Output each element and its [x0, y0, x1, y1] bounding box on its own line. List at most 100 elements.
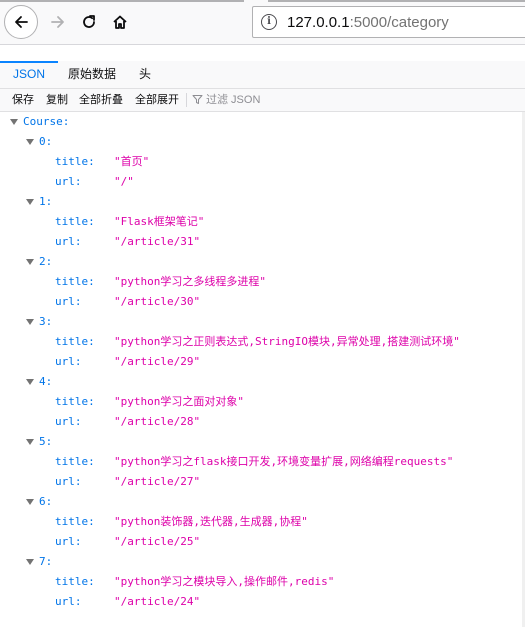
arrow-right-icon [51, 16, 64, 28]
tree-row-root[interactable]: Course: [0, 112, 525, 132]
title-key: title: [55, 215, 95, 228]
tree-row-url[interactable]: url: "/article/24" [0, 592, 525, 612]
title-value: "python学习之flask接口开发,环境变量扩展,网络编程requests" [114, 455, 454, 468]
expand-arrow-icon[interactable] [26, 199, 34, 205]
title-value: "Flask框架笔记" [114, 215, 205, 228]
expand-all-button[interactable]: 全部展开 [134, 91, 180, 109]
title-key: title: [55, 275, 95, 288]
expand-arrow-icon[interactable] [26, 259, 34, 265]
tree-row-url[interactable]: url: "/article/25" [0, 532, 525, 552]
json-tree: Course: 0: title: "首页" url: "/" 1: title: "Flas… [0, 112, 525, 612]
tree-row-title[interactable]: title: "Flask框架笔记" [0, 212, 525, 232]
url-path: :5000/category [349, 14, 449, 31]
expand-arrow-icon[interactable] [26, 499, 34, 505]
index-key: 5: [39, 435, 53, 448]
index-key: 6: [39, 495, 53, 508]
expand-arrow-icon[interactable] [26, 379, 34, 385]
url-key: url: [55, 295, 82, 308]
filter-icon [192, 95, 203, 104]
tree-row-title[interactable]: title: "python学习之模块导入,操作邮件,redis" [0, 572, 525, 592]
tree-row-index[interactable]: 4: [0, 372, 525, 392]
filter-placeholder: 过滤 JSON [206, 94, 261, 106]
title-value: "python装饰器,迭代器,生成器,协程" [114, 515, 308, 528]
forward-button[interactable] [42, 6, 74, 38]
title-key: title: [55, 575, 95, 588]
tree-row-index[interactable]: 6: [0, 492, 525, 512]
expand-arrow-icon[interactable] [26, 559, 34, 565]
tree-row-index[interactable]: 2: [0, 252, 525, 272]
tree-row-title[interactable]: title: "首页" [0, 152, 525, 172]
tree-row-title[interactable]: title: "python装饰器,迭代器,生成器,协程" [0, 512, 525, 532]
tree-row-url[interactable]: url: "/article/28" [0, 412, 525, 432]
title-value: "python学习之正则表达式,StringIO模块,异常处理,搭建测试环境" [114, 335, 460, 348]
browser-toolbar: i 127.0.0.1:5000/category [0, 0, 525, 45]
title-value: "python学习之面对对象" [114, 395, 244, 408]
tree-row-url[interactable]: url: "/article/29" [0, 352, 525, 372]
tab-strip-edge [0, 0, 244, 2]
tree-row-index[interactable]: 0: [0, 132, 525, 152]
index-key: 1: [39, 195, 53, 208]
url-value: "/" [114, 175, 134, 188]
back-button[interactable] [4, 5, 38, 39]
url-key: url: [55, 475, 82, 488]
url-key: url: [55, 235, 82, 248]
tab-raw-data[interactable]: 原始数据 [60, 61, 124, 88]
tab-strip-edge [268, 0, 525, 2]
index-key: 2: [39, 255, 53, 268]
tree-row-title[interactable]: title: "python学习之多线程多进程" [0, 272, 525, 292]
url-key: url: [55, 355, 82, 368]
index-key: 3: [39, 315, 53, 328]
url-value: "/article/30" [114, 295, 201, 308]
url-key: url: [55, 535, 82, 548]
tree-row-index[interactable]: 7: [0, 552, 525, 572]
tab-headers[interactable]: 头 [128, 61, 162, 88]
title-value: "首页" [114, 155, 150, 168]
tree-row-index[interactable]: 5: [0, 432, 525, 452]
url-value: "/article/28" [114, 415, 201, 428]
tree-row-title[interactable]: title: "python学习之flask接口开发,环境变量扩展,网络编程req… [0, 452, 525, 472]
collapse-all-button[interactable]: 全部折叠 [78, 91, 124, 109]
tree-row-title[interactable]: title: "python学习之面对对象" [0, 392, 525, 412]
filter-input[interactable]: 过滤 JSON [192, 91, 260, 109]
title-key: title: [55, 395, 95, 408]
expand-arrow-icon[interactable] [26, 139, 34, 145]
json-toolbar: 保存 复制 全部折叠 全部展开 过滤 JSON [0, 89, 525, 112]
url-host: 127.0.0.1 [287, 14, 350, 31]
save-button[interactable]: 保存 [11, 91, 35, 109]
expand-arrow-icon[interactable] [26, 439, 34, 445]
info-icon[interactable]: i [261, 14, 277, 30]
title-value: "python学习之模块导入,操作邮件,redis" [114, 575, 335, 588]
title-key: title: [55, 515, 95, 528]
url-text[interactable]: 127.0.0.1:5000/category [287, 14, 449, 32]
expand-arrow-icon[interactable] [26, 319, 34, 325]
title-key: title: [55, 335, 95, 348]
index-key: 4: [39, 375, 53, 388]
viewer-tabs: JSON 原始数据 头 [0, 61, 525, 89]
tab-json[interactable]: JSON [0, 61, 58, 88]
reload-icon [83, 15, 95, 28]
reload-button[interactable] [73, 6, 105, 38]
copy-button[interactable]: 复制 [45, 91, 69, 109]
url-bar[interactable]: i 127.0.0.1:5000/category [252, 6, 525, 38]
tree-row-url[interactable]: url: "/article/27" [0, 472, 525, 492]
url-value: "/article/24" [114, 595, 201, 608]
index-key: 7: [39, 555, 53, 568]
title-value: "python学习之多线程多进程" [114, 275, 266, 288]
tree-row-index[interactable]: 1: [0, 192, 525, 212]
url-value: "/article/25" [114, 535, 201, 548]
home-button[interactable] [104, 6, 136, 38]
tree-row-index[interactable]: 3: [0, 312, 525, 332]
expand-arrow-icon[interactable] [10, 119, 18, 125]
tree-row-url[interactable]: url: "/article/30" [0, 292, 525, 312]
tree-row-url[interactable]: url: "/article/31" [0, 232, 525, 252]
url-value: "/article/29" [114, 355, 201, 368]
tree-row-url[interactable]: url: "/" [0, 172, 525, 192]
url-key: url: [55, 415, 82, 428]
url-key: url: [55, 595, 82, 608]
tree-row-title[interactable]: title: "python学习之正则表达式,StringIO模块,异常处理,搭建… [0, 332, 525, 352]
index-key: 0: [39, 135, 53, 148]
toolbar-divider [186, 93, 187, 107]
root-key: Course: [23, 115, 70, 128]
url-key: url: [55, 175, 82, 188]
title-key: title: [55, 455, 95, 468]
